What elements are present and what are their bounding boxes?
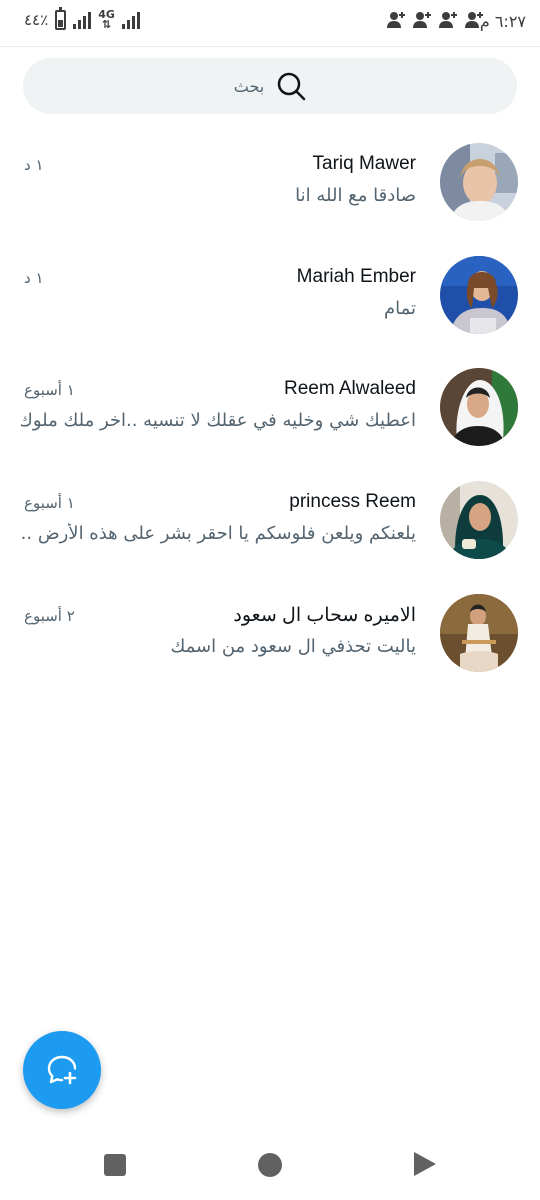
conversation-item[interactable]: Mariah Ember ١ د تمام [0,256,540,360]
search-bar[interactable]: بحث [23,58,517,114]
conversation-name: Tariq Mawer [312,153,416,174]
conversation-name: الاميره سحاب ال سعود [233,605,416,626]
conversation-time: ١ د [24,156,44,174]
conversation-preview: ياليت تحذفي ال سعود من اسمك [170,636,416,657]
notification-icons [386,10,484,30]
search-placeholder: بحث [233,76,265,96]
conversation-time: ١ د [24,269,44,287]
conversation-time: ١ أسبوع [24,381,75,399]
person-add-icon [439,12,457,28]
new-message-icon [47,1055,77,1085]
conversation-preview: صادقا مع الله انا [295,185,416,206]
avatar[interactable] [440,368,518,446]
new-message-button[interactable] [23,1031,101,1109]
conversation-name: Reem Alwaleed [283,378,416,399]
home-icon[interactable] [258,1153,282,1177]
signal-icon [73,11,92,29]
conversation-time: ١ أسبوع [24,494,75,512]
network-type-icon: 4G ⇅ [98,8,115,31]
avatar[interactable] [440,256,518,334]
status-bar-system-icons: ٤٤٪ 4G ⇅ [24,7,140,31]
navigation-bar [0,1134,540,1200]
avatar[interactable] [440,481,518,559]
status-bar: ٤٤٪ 4G ⇅ ٦:٢٧ م [0,0,540,47]
back-icon[interactable] [414,1152,436,1176]
conversation-preview: يلعنكم ويلعن فلوسكم يا احقر بشر على هذه … [21,523,416,544]
avatar[interactable] [440,143,518,221]
conversation-item[interactable]: الاميره سحاب ال سعود ٢ أسبوع ياليت تحذفي… [0,594,540,698]
conversation-item[interactable]: Tariq Mawer ١ د صادقا مع الله انا [0,143,540,247]
status-time: ٦:٢٧ م [479,12,526,31]
battery-percentage: ٤٤٪ [24,11,49,29]
person-add-icon [387,12,405,28]
avatar[interactable] [440,594,518,672]
person-add-icon [413,12,431,28]
recents-icon[interactable] [104,1154,126,1176]
search-icon [278,72,306,101]
signal-icon-2 [121,11,140,29]
conversation-time: ٢ أسبوع [24,607,75,625]
conversation-item[interactable]: Reem Alwaleed ١ أسبوع اعطيك شي وخليه في … [0,368,540,472]
conversation-name: princess Reem [289,491,416,512]
battery-icon [55,7,67,30]
conversation-preview: اعطيك شي وخليه في عقلك لا تنسيه ..اخر مل… [21,410,416,431]
conversation-item[interactable]: princess Reem ١ أسبوع يلعنكم ويلعن فلوسك… [0,481,540,585]
conversation-name: Mariah Ember [296,266,416,287]
conversation-preview: تمام [383,298,416,319]
